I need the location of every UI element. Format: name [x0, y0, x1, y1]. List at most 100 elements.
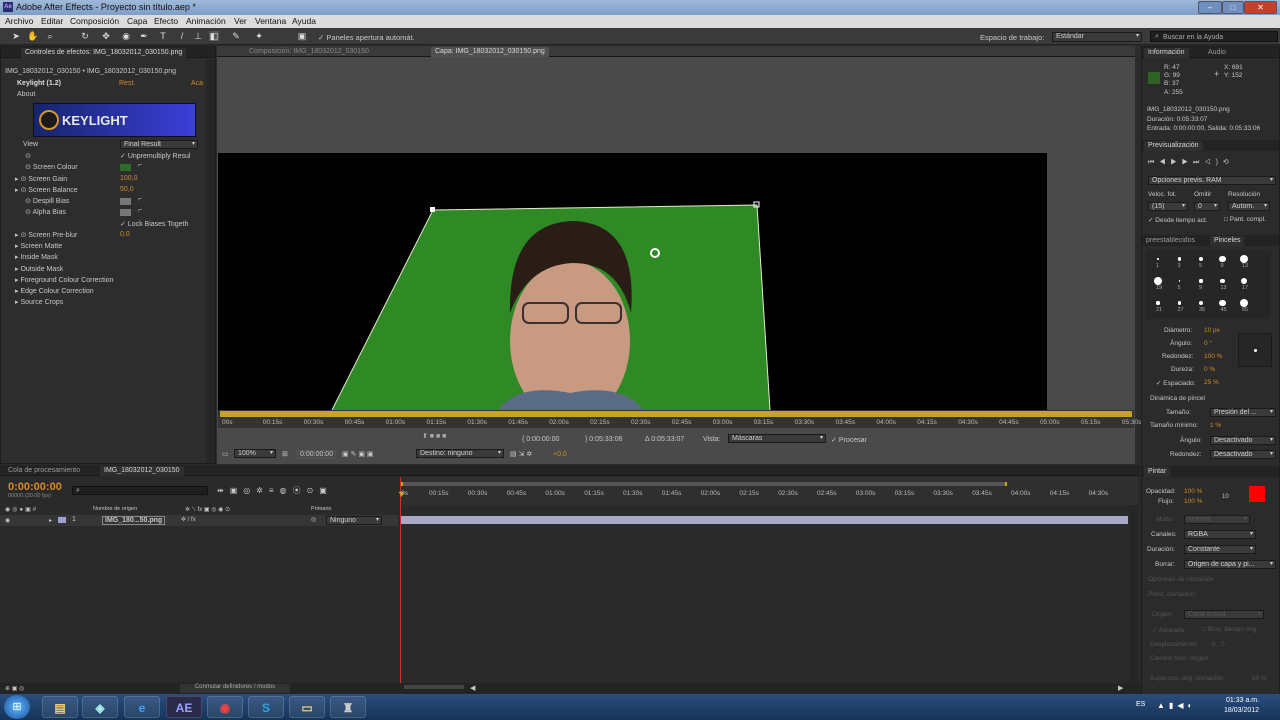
effect-name[interactable]: Keylight (1.2): [17, 80, 61, 87]
effects-scrollbar[interactable]: [206, 59, 215, 463]
clock-date[interactable]: 18/03/2012: [1224, 707, 1259, 714]
exposure-value[interactable]: +0,0: [553, 451, 567, 458]
pen-tool-icon[interactable]: ✒: [139, 31, 149, 41]
timeline-search-input[interactable]: ⌕: [72, 486, 208, 495]
erase-select[interactable]: Origen de capa y pi...: [1184, 560, 1276, 569]
brush-preset-dot[interactable]: [1198, 256, 1204, 262]
destino-select[interactable]: Destino: ninguno: [416, 449, 504, 458]
tab-timeline-comp[interactable]: IMG_18032012_030150: [100, 466, 184, 476]
zoom-slider[interactable]: [404, 685, 464, 689]
tray-icons[interactable]: ▲▮◀◐: [1157, 701, 1196, 710]
puppet-tool-icon[interactable]: ✦: [254, 31, 264, 41]
group-screen-matte[interactable]: Screen Matte: [20, 243, 62, 250]
playhead[interactable]: [400, 477, 401, 685]
tab-render-queue[interactable]: Cola de procesamiento: [4, 466, 84, 476]
clone-tool-icon[interactable]: ⊥: [193, 31, 203, 41]
selection-tool-icon[interactable]: ➤: [11, 31, 21, 41]
menu-efecto[interactable]: Efecto: [154, 16, 178, 26]
screen-balance-value[interactable]: 50,0: [120, 186, 134, 193]
brush-preset-dot[interactable]: [1240, 299, 1248, 307]
diameter-value[interactable]: 10 px: [1204, 327, 1220, 334]
reset-link[interactable]: Rest.: [119, 80, 135, 87]
tab-paint[interactable]: Pintar: [1144, 467, 1171, 477]
brush-preset-dot[interactable]: [1220, 278, 1225, 284]
fps-select[interactable]: (15): [1148, 202, 1188, 211]
brush-preset-dot[interactable]: [1240, 255, 1248, 263]
group-foreground-cc[interactable]: Foreground Colour Correction: [20, 277, 113, 284]
label-color-icon[interactable]: [58, 517, 66, 523]
skype-taskbar-icon[interactable]: S: [248, 696, 284, 718]
stopwatch-icon[interactable]: ⊙: [25, 152, 31, 160]
tab-composition[interactable]: Composición: IMG_18032012_030150: [245, 47, 373, 57]
brush-tool-icon[interactable]: /: [177, 31, 187, 41]
screen-preblur-value[interactable]: 0,0: [120, 231, 130, 238]
brush-preset-dot[interactable]: [1199, 279, 1203, 283]
menu-ayuda[interactable]: Ayuda: [292, 16, 316, 26]
tab-layer[interactable]: Capa: IMG_18032012_030150.png: [431, 47, 549, 57]
notes-taskbar-icon[interactable]: ▭: [289, 696, 325, 718]
mode-select[interactable]: Normal: [1184, 515, 1250, 524]
opacity-value[interactable]: 100 %: [1184, 488, 1202, 495]
menu-ventana[interactable]: Ventana: [255, 16, 286, 26]
zoom-tool-icon[interactable]: ⌕: [45, 31, 55, 41]
screen-gain-value[interactable]: 100,0: [120, 175, 138, 182]
layer-switch-header[interactable]: ✲ ⟍ fx ▣ ◎ ◉ ⊙: [185, 506, 230, 514]
ram-preview-options[interactable]: Opciones previs. RAM: [1148, 176, 1276, 185]
layer-row[interactable]: ◉ ▸ 1 IMG_180...50.png ✲ / fx ◎ Ninguno: [0, 515, 398, 526]
panels-auto-open-label[interactable]: Paneles apertura automát.: [326, 33, 414, 42]
menu-composicion[interactable]: Composición: [70, 16, 119, 26]
scroll-right-icon[interactable]: ▶: [1118, 684, 1123, 692]
hardness-value[interactable]: 0 %: [1204, 366, 1215, 373]
eyedropper-icon[interactable]: ⌐: [138, 207, 142, 214]
camera-tool-icon[interactable]: ✥: [101, 31, 111, 41]
brush-preset-dot[interactable]: [1177, 257, 1182, 261]
timeline-footer-icons[interactable]: ⊕ ▣ ◎: [5, 685, 24, 692]
menu-animacion[interactable]: Animación: [186, 16, 226, 26]
col-source-name[interactable]: Nombre de origen: [93, 506, 137, 512]
chrome-taskbar-icon[interactable]: ◉: [207, 696, 243, 718]
procesar-checkbox[interactable]: Procesar: [839, 437, 867, 444]
brush-preset-dot[interactable]: [1198, 300, 1204, 306]
roto-brush-tool-icon[interactable]: ✎: [231, 31, 241, 41]
scroll-left-icon[interactable]: ◀: [470, 684, 475, 692]
brush-preset-dot[interactable]: [1157, 258, 1159, 260]
eyedropper-icon[interactable]: ⌐: [138, 162, 142, 169]
despill-bias-swatch[interactable]: [120, 198, 131, 205]
tab-presets[interactable]: preestablecidos: [1142, 236, 1199, 246]
menu-archivo[interactable]: Archivo: [5, 16, 33, 26]
grid-icon[interactable]: ⊞: [282, 450, 288, 458]
roundness-value[interactable]: 100 %: [1204, 353, 1222, 360]
viewer-options-icons[interactable]: ▤ ⇲ ✲: [510, 450, 532, 458]
group-source-crops[interactable]: Source Crops: [20, 299, 63, 306]
ie-taskbar-icon[interactable]: e: [124, 696, 160, 718]
work-area[interactable]: [401, 482, 1007, 486]
panel-toggle-icon[interactable]: ▣: [297, 31, 307, 41]
flow-value[interactable]: 100 %: [1184, 498, 1202, 505]
work-area-bar[interactable]: [220, 411, 1132, 417]
lock-biases-checkbox[interactable]: Lock Biases Togeth: [128, 221, 189, 228]
rotate-tool-icon[interactable]: ↻: [80, 31, 90, 41]
clock-time[interactable]: 01:33 a.m.: [1226, 697, 1259, 704]
view-select[interactable]: Final Result: [120, 140, 198, 149]
tab-brushes[interactable]: Pinceles: [1210, 236, 1245, 246]
group-outside-mask[interactable]: Outside Mask: [20, 266, 63, 273]
about-label[interactable]: About: [17, 91, 35, 98]
brush-preset-dot[interactable]: [1219, 299, 1226, 307]
viewer-current-time[interactable]: 0:00:00:00: [297, 450, 337, 459]
channels-select[interactable]: RGBA: [1184, 530, 1256, 539]
language-indicator[interactable]: ES: [1136, 701, 1145, 708]
from-current-checkbox[interactable]: Desde tiempo act.: [1155, 217, 1207, 224]
snapshot-icons[interactable]: ▣ ✎ ▣ ▣: [342, 450, 374, 458]
help-search-input[interactable]: ⌕ Buscar en la Ayuda: [1150, 31, 1278, 42]
tab-audio[interactable]: Audio: [1204, 48, 1230, 58]
lock-time-checkbox[interactable]: Bloq. tiempo orig.: [1208, 626, 1259, 633]
parent-select[interactable]: Ninguno: [326, 516, 382, 525]
eraser-tool-icon[interactable]: ◧: [209, 31, 219, 41]
expand-icon[interactable]: ▸: [49, 517, 52, 524]
brush-shape-preview[interactable]: [1238, 333, 1272, 367]
about-link[interactable]: Aca: [191, 80, 203, 87]
overlay-value[interactable]: 50 %: [1252, 675, 1267, 682]
spacing-value[interactable]: 25 %: [1204, 379, 1219, 386]
timeline-scrollbar[interactable]: [1129, 505, 1138, 685]
unpremultiply-checkbox[interactable]: Unpremultiply Resul: [128, 153, 191, 160]
